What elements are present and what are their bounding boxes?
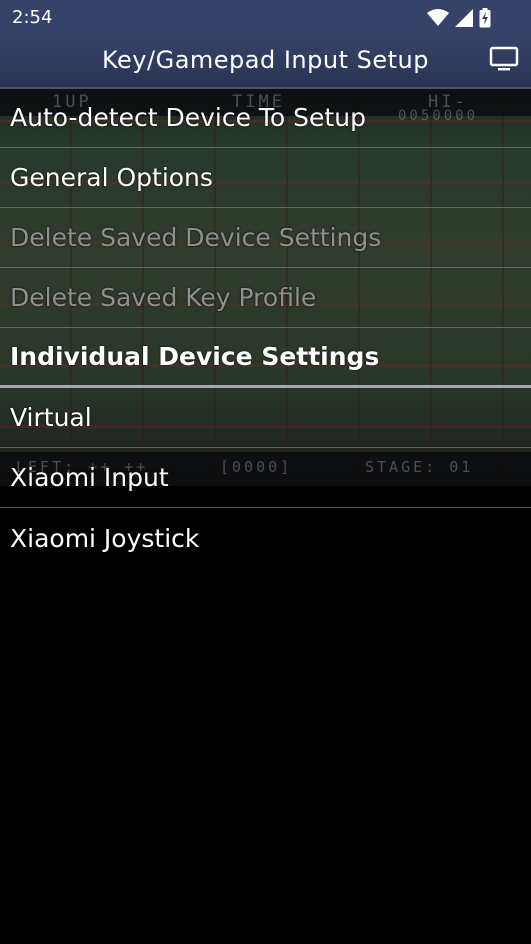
- menu-item-delete-device-settings: Delete Saved Device Settings: [0, 208, 531, 268]
- menu-item-virtual[interactable]: Virtual: [0, 388, 531, 448]
- menu-item-label: Delete Saved Key Profile: [10, 283, 317, 312]
- status-bar: 2:54: [0, 0, 531, 36]
- section-header-label: Individual Device Settings: [10, 342, 380, 371]
- monitor-icon: [489, 46, 519, 76]
- menu-item-general-options[interactable]: General Options: [0, 148, 531, 208]
- menu-item-label: Xiaomi Joystick: [10, 523, 200, 553]
- status-time: 2:54: [12, 7, 53, 28]
- menu-item-xiaomi-joystick[interactable]: Xiaomi Joystick: [0, 508, 531, 568]
- status-icons: [427, 7, 491, 29]
- menu-item-label: Virtual: [10, 403, 92, 432]
- menu-item-label: General Options: [10, 163, 213, 192]
- app-screen: 1UP TIME HI- 0050000 LEFT: ++ ++ [0000] …: [0, 0, 531, 944]
- wifi-icon: [427, 9, 449, 27]
- battery-charging-icon: [479, 8, 491, 28]
- menu-item-auto-detect[interactable]: Auto-detect Device To Setup: [0, 88, 531, 148]
- action-bar: Key/Gamepad Input Setup: [0, 36, 531, 89]
- screen-toggle-button[interactable]: [487, 46, 521, 76]
- cell-signal-icon: [455, 9, 473, 27]
- menu-item-label: Xiaomi Input: [10, 463, 169, 492]
- menu-item-label: Auto-detect Device To Setup: [10, 103, 366, 132]
- settings-menu: Auto-detect Device To Setup General Opti…: [0, 88, 531, 568]
- menu-item-delete-key-profile: Delete Saved Key Profile: [0, 268, 531, 328]
- section-header-individual-devices: Individual Device Settings: [0, 328, 531, 388]
- page-title: Key/Gamepad Input Setup: [102, 46, 429, 74]
- menu-item-label: Delete Saved Device Settings: [10, 223, 382, 252]
- menu-item-xiaomi-input[interactable]: Xiaomi Input: [0, 448, 531, 508]
